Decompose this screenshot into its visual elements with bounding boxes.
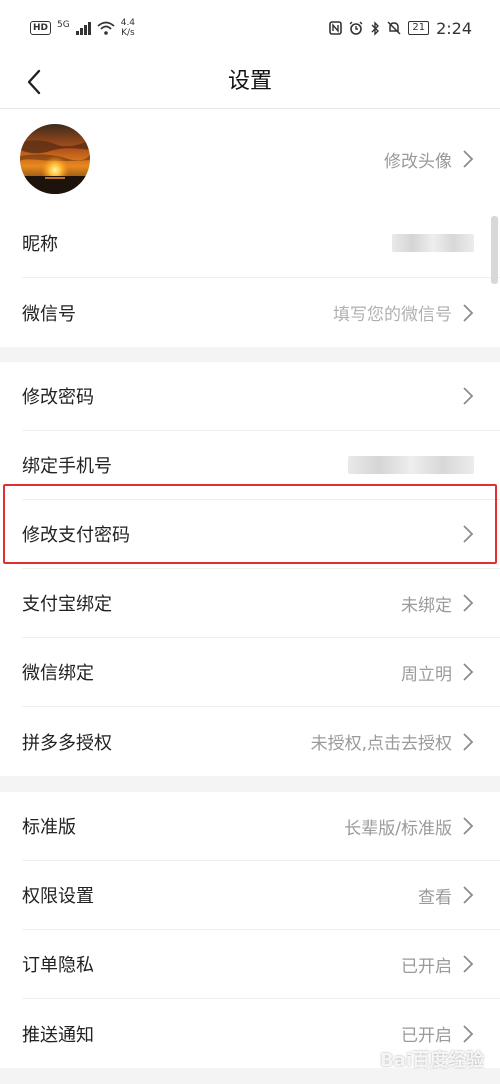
wechat-bind-row[interactable]: 微信绑定 周立明	[22, 638, 500, 707]
nickname-label: 昵称	[22, 234, 58, 255]
account-group: 昵称 微信号 填写您的微信号	[0, 209, 500, 347]
preferences-group: 标准版 长辈版/标准版 权限设置 查看 订单隐私 已开启 推送通知 已开启	[0, 792, 500, 1068]
push-notification-row[interactable]: 推送通知 已开启	[22, 999, 500, 1068]
wechat-id-row[interactable]: 微信号 填写您的微信号	[22, 278, 500, 347]
chevron-right-icon	[463, 663, 474, 681]
pdd-auth-row[interactable]: 拼多多授权 未授权,点击去授权	[22, 707, 500, 776]
battery-icon: 21	[408, 21, 430, 35]
nickname-value-blurred	[392, 234, 474, 252]
permission-value: 查看	[418, 887, 452, 908]
profile-group: 修改头像	[0, 109, 500, 209]
alarm-icon	[349, 21, 363, 35]
chevron-right-icon	[463, 955, 474, 973]
wechat-id-placeholder: 填写您的微信号	[333, 305, 452, 325]
page-title: 设置	[227, 69, 272, 94]
mute-icon	[387, 21, 401, 35]
bind-phone-label: 绑定手机号	[22, 456, 112, 477]
order-privacy-value: 已开启	[401, 956, 452, 977]
chevron-right-icon	[463, 525, 474, 543]
chevron-right-icon	[463, 387, 474, 405]
version-label: 标准版	[22, 817, 76, 838]
chevron-right-icon	[463, 594, 474, 612]
change-password-row[interactable]: 修改密码	[22, 362, 500, 431]
security-group: 修改密码 绑定手机号 修改支付密码 支付宝绑定 未绑定 微信绑定 周立明 拼多多…	[0, 362, 500, 776]
wechat-id-label: 微信号	[22, 303, 76, 325]
phone-value-blurred	[348, 456, 474, 474]
alipay-bind-row[interactable]: 支付宝绑定 未绑定	[22, 569, 500, 638]
change-password-label: 修改密码	[22, 387, 94, 408]
net-speed: 4.4 K/s	[121, 18, 135, 38]
pdd-auth-value: 未授权,点击去授权	[310, 734, 452, 754]
version-row[interactable]: 标准版 长辈版/标准版	[22, 792, 500, 861]
push-notification-value: 已开启	[401, 1026, 452, 1046]
clock: 2:24	[436, 18, 472, 38]
change-pay-password-row[interactable]: 修改支付密码	[22, 500, 500, 569]
back-arrow-icon	[27, 69, 41, 95]
nickname-row[interactable]: 昵称	[22, 209, 500, 278]
push-notification-label: 推送通知	[22, 1024, 94, 1046]
chevron-right-icon	[463, 886, 474, 904]
alipay-bind-value: 未绑定	[401, 595, 452, 616]
order-privacy-row[interactable]: 订单隐私 已开启	[22, 930, 500, 999]
change-pay-password-label: 修改支付密码	[22, 525, 130, 546]
back-button[interactable]	[14, 62, 54, 102]
permission-row[interactable]: 权限设置 查看	[22, 861, 500, 930]
alipay-bind-label: 支付宝绑定	[22, 594, 112, 615]
version-value: 长辈版/标准版	[344, 818, 452, 839]
hd-badge: HD	[30, 21, 52, 35]
chevron-right-icon	[463, 817, 474, 835]
avatar-row[interactable]: 修改头像	[20, 109, 500, 209]
pdd-auth-label: 拼多多授权	[22, 732, 112, 754]
net-speed-value: 4.4	[120, 18, 136, 28]
scrollbar[interactable]	[491, 216, 498, 284]
wechat-bind-label: 微信绑定	[22, 663, 94, 684]
chevron-right-icon	[463, 150, 474, 168]
avatar-action-label: 修改头像	[384, 151, 452, 172]
status-bar: HD 5G 4.4 K/s 21 2:24	[0, 0, 500, 56]
bluetooth-icon	[371, 20, 380, 36]
order-privacy-label: 订单隐私	[22, 955, 94, 976]
chevron-right-icon	[463, 732, 474, 751]
nfc-icon	[329, 21, 343, 35]
signal-icon	[75, 21, 91, 35]
nav-bar: 设置	[0, 56, 500, 109]
avatar	[20, 124, 90, 194]
wechat-bind-value: 周立明	[401, 664, 452, 685]
wifi-icon	[97, 21, 115, 35]
signal-type: 5G	[57, 20, 70, 30]
net-speed-unit: K/s	[121, 28, 135, 38]
chevron-right-icon	[463, 303, 474, 322]
bind-phone-row[interactable]: 绑定手机号	[22, 431, 500, 500]
permission-label: 权限设置	[22, 886, 94, 907]
chevron-right-icon	[463, 1024, 474, 1043]
